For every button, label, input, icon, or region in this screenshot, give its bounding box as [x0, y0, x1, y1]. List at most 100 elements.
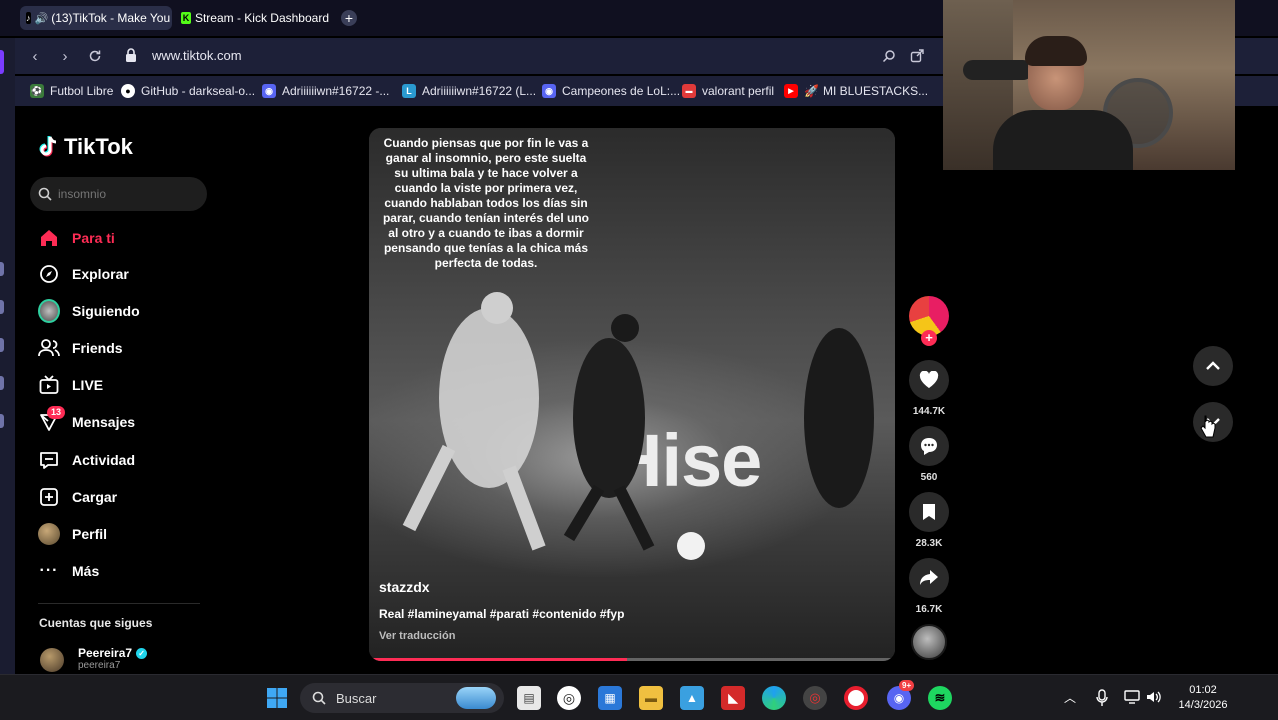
- taskbar-spotify[interactable]: ≋: [928, 686, 952, 710]
- discord-badge: 9+: [899, 680, 915, 691]
- reload-button[interactable]: [85, 46, 105, 66]
- video-description[interactable]: Real #lamineyamal #parati #contenido #fy…: [379, 607, 624, 621]
- tiktok-logo[interactable]: TikTok: [38, 134, 133, 160]
- following-account-item[interactable]: Peereira7 ✓ peereira7: [40, 646, 148, 672]
- nav-actividad[interactable]: Actividad: [38, 449, 135, 471]
- taskbar-opera[interactable]: [844, 686, 868, 710]
- bookmark-label: Adriiiiiiwn#16722 -...: [282, 84, 390, 98]
- nav-label: Mensajes: [72, 414, 136, 430]
- nav-label: Perfil: [72, 526, 108, 542]
- previous-video-button[interactable]: [1193, 346, 1233, 386]
- taskbar-obs[interactable]: ◎: [557, 686, 581, 710]
- taskbar-edge[interactable]: [762, 686, 786, 710]
- taskbar-clock[interactable]: 01:02 14/3/2026: [1170, 683, 1236, 713]
- taskbar-opera-gx[interactable]: ◎: [803, 686, 827, 710]
- person-shirt: [993, 110, 1133, 170]
- back-button[interactable]: ‹: [25, 46, 45, 66]
- share-page-button[interactable]: [907, 46, 927, 66]
- start-button[interactable]: [265, 686, 289, 710]
- video-player[interactable]: Hise Cuando piensas que por fin le vas a…: [369, 128, 895, 661]
- mouse-cursor-icon: [1200, 415, 1216, 438]
- nav-mas[interactable]: ··· Más: [38, 560, 100, 582]
- taskbar-discord[interactable]: ◉ 9+: [887, 680, 915, 710]
- like-button[interactable]: [909, 360, 949, 400]
- speaker-icon[interactable]: 🔊: [35, 12, 49, 25]
- taskbar-notepad[interactable]: ▤: [517, 686, 541, 710]
- nav-cargar[interactable]: Cargar: [38, 486, 117, 508]
- heart-icon: [919, 371, 939, 388]
- bookmark-discord-1[interactable]: ◉ Adriiiiiiwn#16722 -...: [262, 83, 389, 99]
- profile-avatar-icon: [38, 523, 60, 545]
- rail-item[interactable]: [0, 376, 4, 390]
- bookmark-label: MI BLUESTACKS...: [822, 84, 929, 98]
- nav-mensajes[interactable]: 13 Mensajes: [38, 406, 136, 433]
- discord-icon: ◉: [262, 84, 276, 98]
- taskbar-photos[interactable]: ▲: [680, 686, 704, 710]
- bookmark-leagueofgraphs[interactable]: L Adriiiiiiwn#16722 (L...: [402, 83, 536, 99]
- rail-item[interactable]: [0, 262, 4, 276]
- comment-count: 560: [920, 472, 938, 483]
- nav-label: Siguiendo: [72, 303, 140, 319]
- tab-kick[interactable]: K Stream - Kick Dashboard: [175, 6, 335, 30]
- share-button[interactable]: [909, 558, 949, 598]
- search-page-button[interactable]: [879, 46, 899, 66]
- bookmark-label: Futbol Libre: [50, 84, 114, 98]
- comment-button[interactable]: [909, 426, 949, 466]
- nav-explorar[interactable]: Explorar: [38, 263, 129, 285]
- bookmark-campeones[interactable]: ◉ Campeones de LoL:...: [542, 83, 680, 99]
- discord-icon: ◉: [542, 84, 556, 98]
- save-button[interactable]: [909, 492, 949, 532]
- forward-button[interactable]: ›: [55, 46, 75, 66]
- friends-icon: [38, 337, 60, 359]
- taskbar-store[interactable]: ▦: [598, 686, 622, 710]
- rail-item[interactable]: [0, 414, 4, 428]
- search-highlight-icon: [456, 687, 496, 709]
- bookmark-valorant[interactable]: ▬ valorant perfil: [682, 83, 774, 99]
- tiktok-search-bar[interactable]: [30, 177, 207, 211]
- nav-label: Explorar: [72, 266, 129, 282]
- windows-logo-icon: [267, 688, 287, 708]
- search-icon: [882, 50, 895, 63]
- taskbar-amd[interactable]: ◣: [721, 686, 745, 710]
- video-author[interactable]: stazzdx: [379, 579, 430, 595]
- network-icon[interactable]: [1124, 690, 1140, 704]
- home-icon: [38, 227, 60, 249]
- bookmark-bluestacks[interactable]: ▶ 🚀 MI BLUESTACKS...: [784, 83, 928, 99]
- nav-live[interactable]: LIVE: [38, 374, 103, 396]
- nav-siguiendo[interactable]: Siguiendo: [38, 299, 140, 323]
- folder-icon: ▬: [645, 691, 657, 705]
- activity-icon: [38, 449, 60, 471]
- taskbar-explorer[interactable]: ▬: [639, 686, 663, 710]
- translate-link[interactable]: Ver traducción: [379, 630, 455, 642]
- rail-active-indicator: [0, 50, 4, 74]
- leagueofgraphs-icon: L: [402, 84, 416, 98]
- bookmark-futbol-libre[interactable]: ⚽ Futbol Libre: [30, 83, 113, 99]
- video-progress-bar[interactable]: [369, 658, 895, 661]
- kick-favicon-icon: K: [181, 12, 191, 24]
- search-input[interactable]: [58, 187, 198, 201]
- url-field[interactable]: www.tiktok.com: [152, 48, 242, 63]
- new-tab-button[interactable]: +: [341, 10, 357, 26]
- browser-side-rail: [0, 38, 15, 674]
- music-disc-icon[interactable]: [911, 624, 947, 660]
- rail-item[interactable]: [0, 300, 4, 314]
- chevron-up-icon[interactable]: ︿: [1064, 689, 1076, 706]
- bookmark-icon: [923, 504, 935, 520]
- microphone-icon[interactable]: [1096, 689, 1108, 707]
- rail-item[interactable]: [0, 338, 4, 352]
- taskbar-search[interactable]: Buscar: [300, 683, 504, 713]
- following-section-title: Cuentas que sigues: [39, 616, 153, 630]
- avatar: [40, 648, 64, 672]
- follow-plus-button[interactable]: +: [921, 330, 937, 346]
- nav-friends[interactable]: Friends: [38, 337, 123, 359]
- tab-tiktok[interactable]: ♪ 🔊 (13)TikTok - Make You: [20, 6, 172, 30]
- lock-icon[interactable]: [125, 47, 137, 63]
- volume-icon[interactable]: [1146, 690, 1162, 704]
- following-avatar-icon: [38, 299, 60, 323]
- nav-para-ti[interactable]: Para ti: [38, 227, 115, 249]
- nav-label: LIVE: [72, 377, 104, 393]
- nav-label: Para ti: [72, 230, 115, 246]
- file-icon: ▤: [523, 691, 535, 705]
- bookmark-github[interactable]: ● GitHub - darkseal-o...: [121, 83, 255, 99]
- nav-perfil[interactable]: Perfil: [38, 523, 107, 545]
